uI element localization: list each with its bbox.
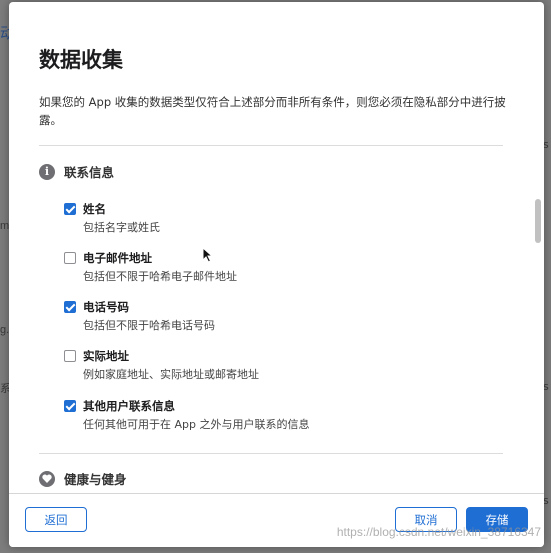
checkbox[interactable]: [64, 350, 76, 362]
item-title: 实际地址: [83, 349, 129, 363]
section-contact-info: i 联系信息: [39, 162, 114, 181]
item-title: 其他用户联系信息: [83, 399, 175, 413]
bg-right-fragment-1: s: [543, 138, 549, 151]
heart-icon: [39, 470, 55, 487]
section-title: 健康与健身: [64, 472, 127, 487]
info-icon: i: [39, 163, 55, 180]
item-title: 电话号码: [83, 300, 129, 314]
item-subtitle: 包括但不限于哈希电话号码: [83, 319, 215, 332]
bg-right-fragment-3: s: [543, 494, 549, 507]
dialog-footer: 返回 取消 存储: [9, 493, 544, 547]
item-subtitle: 例如家庭地址、实际地址或邮寄地址: [83, 368, 259, 381]
checkbox[interactable]: [64, 252, 76, 264]
heart-icon-shape: [42, 474, 52, 483]
back-button[interactable]: 返回: [25, 507, 87, 532]
data-collection-dialog: 数据收集 如果您的 App 收集的数据类型仅符合上述部分而非所有条件，则您必须在…: [9, 2, 544, 547]
section-health-fitness: 健康与健身: [39, 469, 127, 488]
section-title: 联系信息: [64, 165, 115, 180]
checkbox[interactable]: [64, 203, 76, 215]
checkbox[interactable]: [64, 301, 76, 313]
checkbox[interactable]: [64, 400, 76, 412]
divider: [39, 145, 503, 146]
save-button[interactable]: 存储: [466, 507, 528, 532]
item-title: 电子邮件地址: [83, 251, 152, 265]
dialog-description: 如果您的 App 收集的数据类型仅符合上述部分而非所有条件，则您必须在隐私部分中…: [39, 95, 506, 127]
item-title: 姓名: [83, 202, 106, 216]
item-subtitle: 任何其他可用于在 App 之外与用户联系的信息: [83, 418, 310, 431]
scrollbar-thumb[interactable]: [535, 199, 541, 243]
item-subtitle: 包括名字或姓氏: [83, 221, 160, 234]
divider: [39, 453, 503, 454]
dialog-title: 数据收集: [39, 48, 123, 72]
bg-right-fragment-2: s: [543, 380, 549, 393]
dialog-scroll-area[interactable]: 数据收集 如果您的 App 收集的数据类型仅符合上述部分而非所有条件，则您必须在…: [9, 2, 544, 493]
cancel-button[interactable]: 取消: [395, 507, 457, 532]
item-subtitle: 包括但不限于哈希电子邮件地址: [83, 270, 237, 283]
cursor-shape: [202, 246, 214, 263]
